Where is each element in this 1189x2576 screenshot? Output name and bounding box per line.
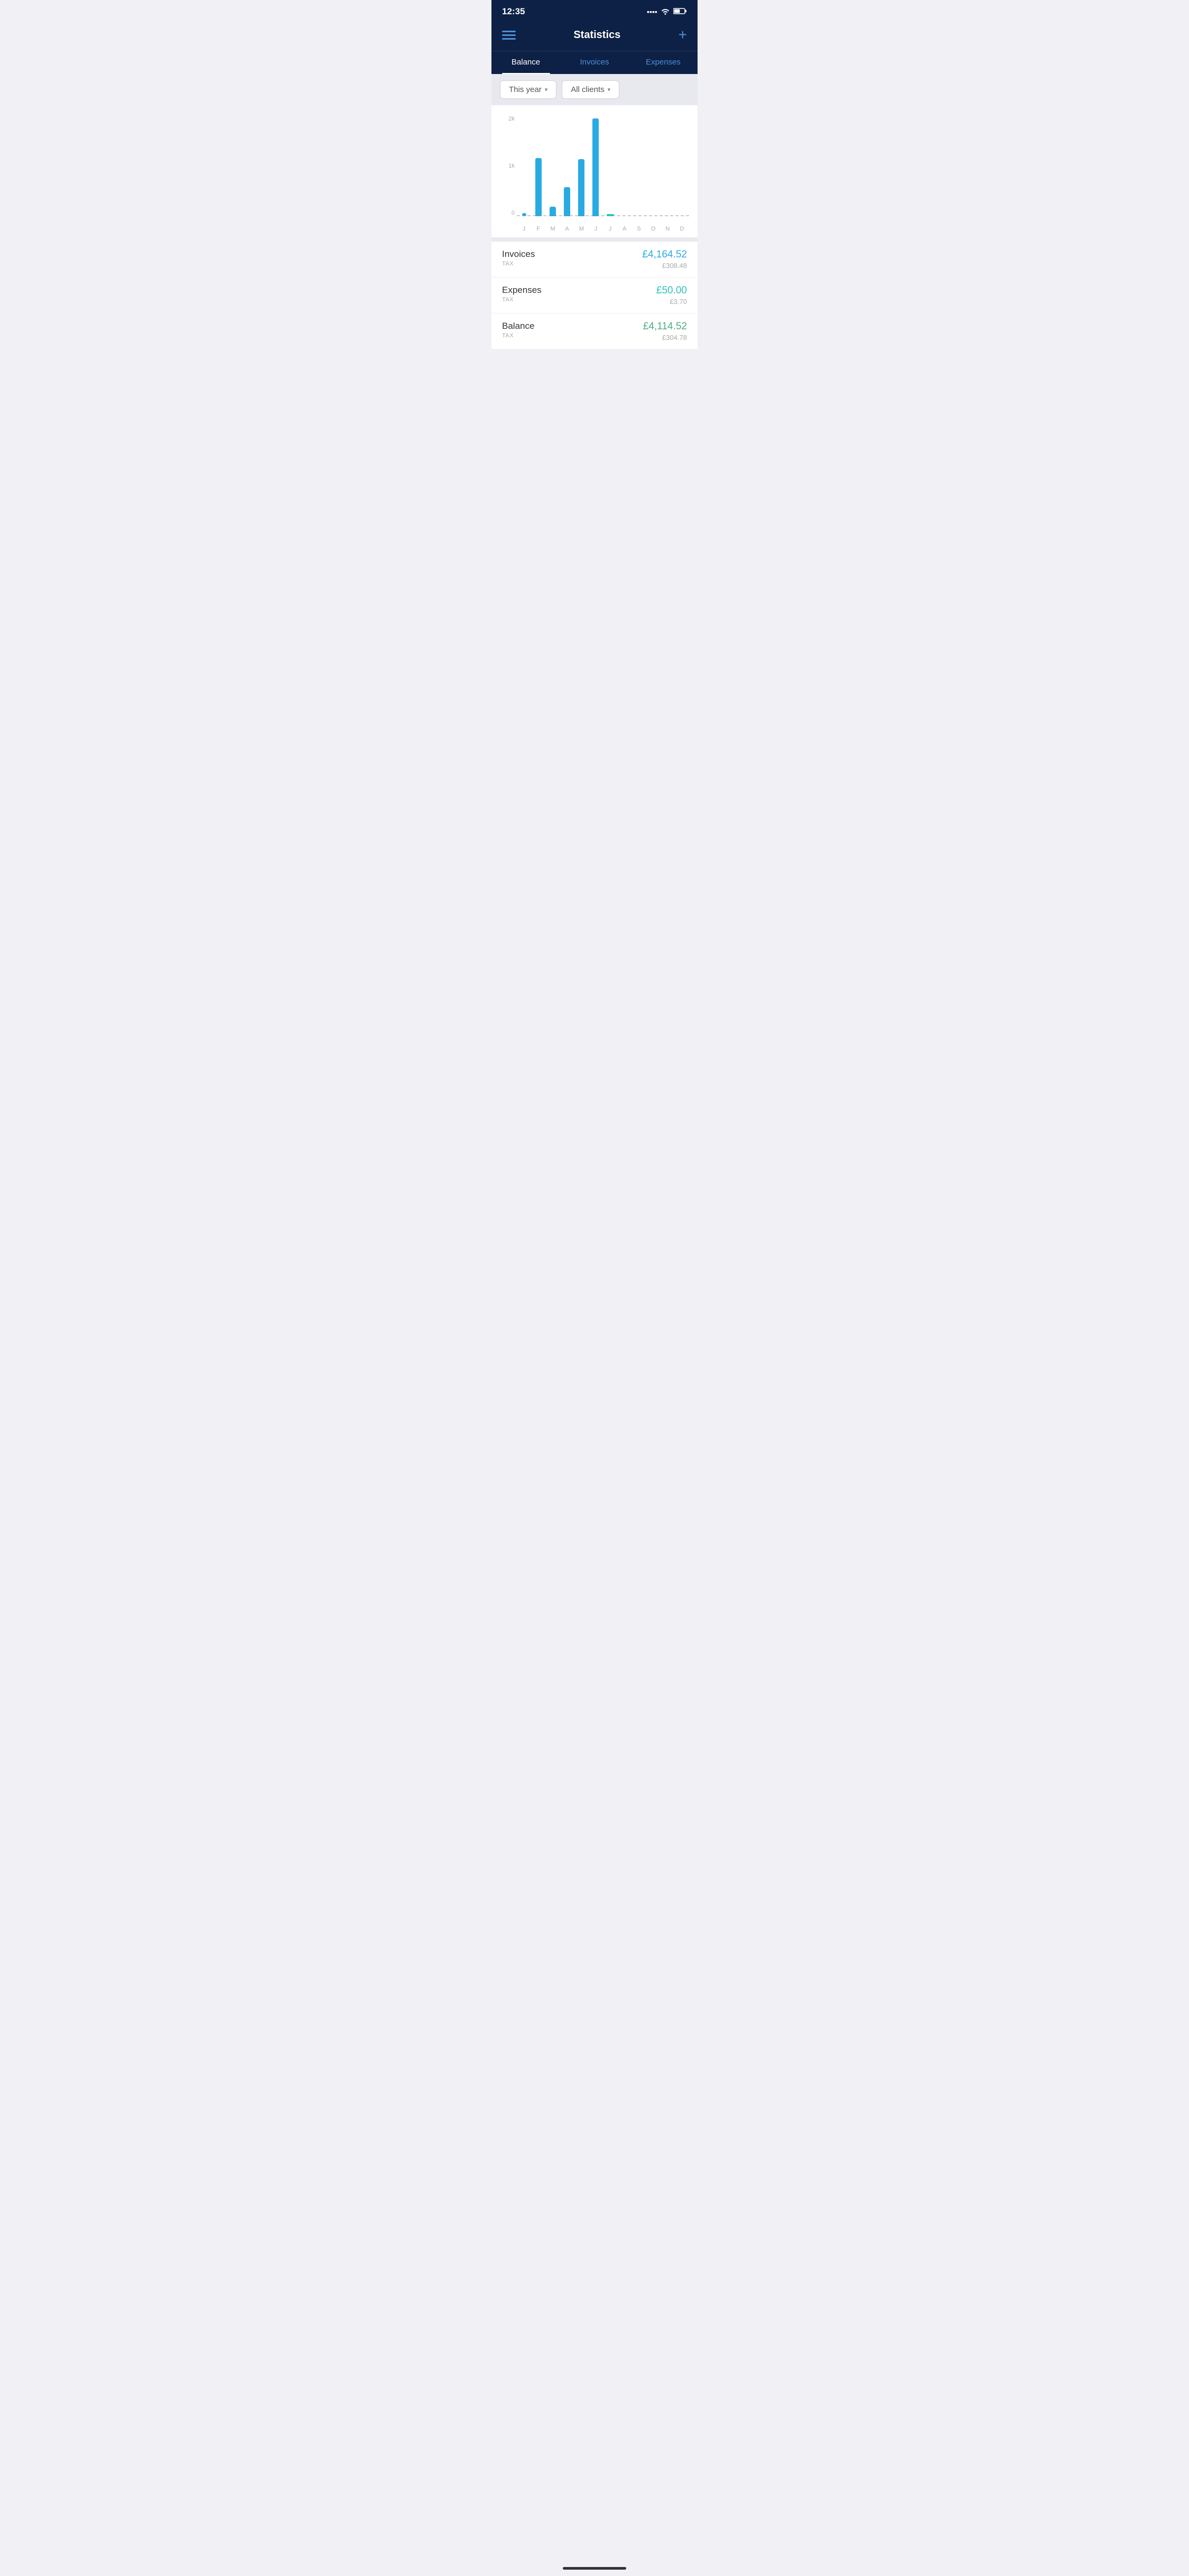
bar-apr-bar xyxy=(564,187,570,216)
clients-label: All clients xyxy=(571,85,604,94)
period-label: This year xyxy=(509,85,542,94)
invoices-label: Invoices xyxy=(502,249,535,260)
bar-jan xyxy=(517,116,531,216)
bar-jan-marker xyxy=(522,213,526,216)
x-label-dec: D xyxy=(675,226,689,232)
clients-chevron-icon: ▾ xyxy=(608,86,611,93)
balance-label: Balance xyxy=(502,321,534,331)
period-chevron-icon: ▾ xyxy=(545,86,548,93)
bar-oct xyxy=(646,116,661,216)
invoices-left: Invoices TAX xyxy=(502,249,535,267)
bar-may xyxy=(574,116,589,216)
summary-section: Invoices TAX £4,164.52 £308.48 Expenses … xyxy=(491,242,698,349)
page-title: Statistics xyxy=(573,29,620,41)
x-label-jan: J xyxy=(517,226,531,232)
expenses-right: £50.00 £3.70 xyxy=(656,285,687,306)
balance-sublabel: TAX xyxy=(502,333,534,339)
x-label-jul: J xyxy=(603,226,617,232)
x-label-feb: F xyxy=(531,226,545,232)
bar-jul-bar xyxy=(607,214,614,216)
bar-may-bar xyxy=(578,159,584,216)
bar-feb-bar xyxy=(535,158,542,216)
bar-sep xyxy=(631,116,646,216)
expenses-left: Expenses TAX xyxy=(502,285,542,303)
tab-invoices[interactable]: Invoices xyxy=(560,51,629,74)
y-label-2k: 2k xyxy=(500,116,515,122)
section-divider xyxy=(491,237,698,242)
bar-mar-bar xyxy=(550,207,556,216)
add-button[interactable]: + xyxy=(679,27,687,42)
x-label-mar: M xyxy=(545,226,560,232)
bar-aug xyxy=(617,116,631,216)
invoices-right: £4,164.52 £308.48 xyxy=(642,249,687,270)
x-label-apr: A xyxy=(560,226,574,232)
bar-dec xyxy=(675,116,689,216)
bars-wrap xyxy=(517,116,689,216)
status-time: 12:35 xyxy=(502,6,525,17)
balance-row: Balance TAX £4,114.52 £304.78 xyxy=(491,313,698,349)
clients-filter[interactable]: All clients ▾ xyxy=(562,80,619,99)
invoices-amount: £4,164.52 xyxy=(642,249,687,261)
header: Statistics + xyxy=(491,21,698,51)
y-label-0: 0 xyxy=(500,210,515,216)
invoices-row: Invoices TAX £4,164.52 £308.48 xyxy=(491,242,698,278)
y-axis: 2k 1k 0 xyxy=(500,116,515,216)
expenses-tax: £3.70 xyxy=(670,298,687,306)
expenses-label: Expenses xyxy=(502,285,542,296)
expenses-amount: £50.00 xyxy=(656,285,687,297)
x-label-oct: O xyxy=(646,226,661,232)
status-bar: 12:35 ▪▪▪▪ xyxy=(491,0,698,21)
x-label-may: M xyxy=(574,226,589,232)
expenses-sublabel: TAX xyxy=(502,297,542,303)
bar-feb xyxy=(531,116,545,216)
balance-amount: £4,114.52 xyxy=(643,321,687,333)
menu-button[interactable] xyxy=(502,31,516,40)
y-label-1k: 1k xyxy=(500,163,515,169)
tab-balance[interactable]: Balance xyxy=(491,51,560,74)
chart-bars-container xyxy=(517,116,689,216)
bar-jun xyxy=(589,116,603,216)
signal-icon: ▪▪▪▪ xyxy=(647,7,657,16)
period-filter[interactable]: This year ▾ xyxy=(500,80,556,99)
bar-chart: 2k 1k 0 xyxy=(500,116,689,232)
bar-nov xyxy=(661,116,675,216)
bar-apr xyxy=(560,116,574,216)
x-label-nov: N xyxy=(661,226,675,232)
x-label-aug: A xyxy=(617,226,631,232)
x-label-sep: S xyxy=(631,226,646,232)
bar-jul xyxy=(603,116,617,216)
expenses-row: Expenses TAX £50.00 £3.70 xyxy=(491,278,698,313)
tab-bar: Balance Invoices Expenses xyxy=(491,51,698,74)
tab-expenses[interactable]: Expenses xyxy=(629,51,698,74)
invoices-tax: £308.48 xyxy=(662,262,687,270)
filter-bar: This year ▾ All clients ▾ xyxy=(491,74,698,105)
bar-mar xyxy=(545,116,560,216)
x-axis: J F M A M J J A S O N D xyxy=(517,226,689,232)
balance-tax: £304.78 xyxy=(662,334,687,341)
bar-jun-bar xyxy=(592,118,599,216)
bottom-bar xyxy=(491,2563,698,2576)
balance-left: Balance TAX xyxy=(502,321,534,339)
chart-area: 2k 1k 0 xyxy=(491,105,698,237)
balance-right: £4,114.52 £304.78 xyxy=(643,321,687,341)
status-icons: ▪▪▪▪ xyxy=(647,7,687,16)
invoices-sublabel: TAX xyxy=(502,261,535,267)
battery-icon xyxy=(673,7,687,16)
wifi-icon xyxy=(661,7,670,16)
x-label-jun: J xyxy=(589,226,603,232)
home-indicator xyxy=(563,2567,626,2570)
